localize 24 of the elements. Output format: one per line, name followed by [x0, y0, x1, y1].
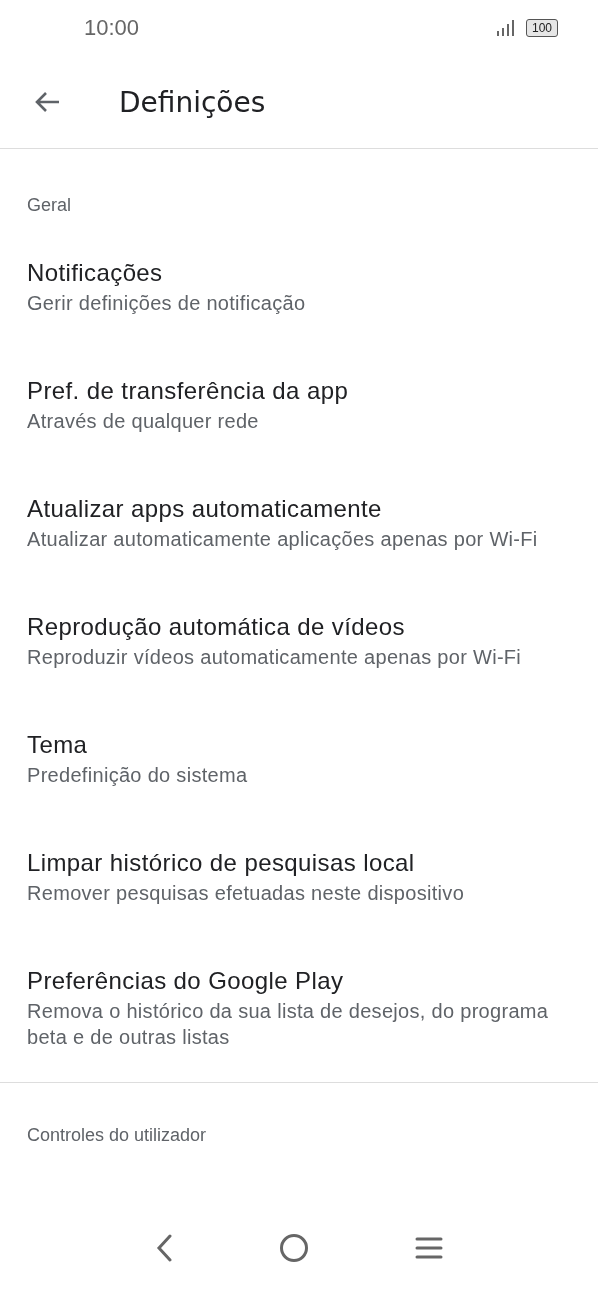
- back-icon[interactable]: [155, 1234, 173, 1262]
- setting-title[interactable]: Tema: [27, 728, 571, 762]
- page-title: Definições: [119, 85, 266, 119]
- home-icon[interactable]: [279, 1233, 309, 1263]
- setting-title[interactable]: Preferências do Google Play: [27, 964, 571, 998]
- section-header: Controles do utilizador: [26, 1124, 208, 1147]
- setting-title[interactable]: Atualizar apps automaticamente: [27, 492, 571, 526]
- setting-description: Gerir definições de notificação: [27, 291, 307, 316]
- signal-icon: [495, 20, 514, 36]
- section-header: Geral: [26, 194, 72, 217]
- setting-title[interactable]: Limpar histórico de pesquisas local: [27, 846, 571, 880]
- menu-icon[interactable]: [415, 1236, 443, 1260]
- setting-title[interactable]: Pref. de transferência da app: [27, 374, 571, 408]
- setting-description: Predefinição do sistema: [27, 763, 249, 788]
- battery-level: 100: [525, 19, 558, 37]
- status-time: 10:00: [84, 15, 140, 41]
- setting-description: Remover pesquisas efetuadas neste dispositivo: [27, 881, 466, 906]
- setting-description: Reproduzir vídeos automaticamente apenas por Wi-Fi: [27, 645, 523, 670]
- setting-description: Remova o histórico da sua lista de desejos, do programa beta e de outras listas: [27, 999, 550, 1050]
- setting-description: Atualizar automaticamente aplicações apenas por Wi-Fi: [27, 527, 539, 552]
- back-arrow-icon[interactable]: [33, 90, 61, 114]
- setting-title[interactable]: Reprodução automática de vídeos: [27, 610, 571, 644]
- setting-title[interactable]: Notificações: [27, 256, 571, 290]
- setting-description: Através de qualquer rede: [27, 409, 260, 434]
